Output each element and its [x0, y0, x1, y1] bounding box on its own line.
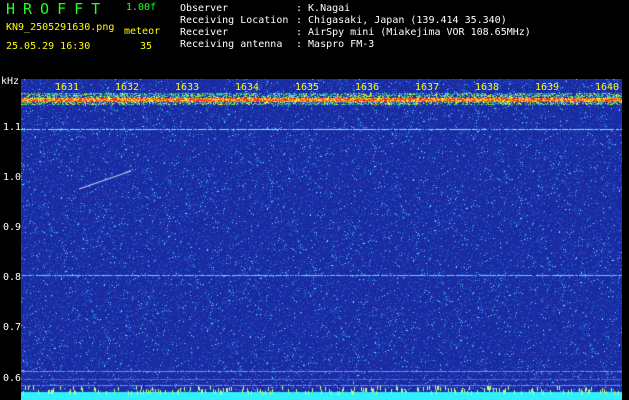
filename-label: KN9_2505291630.png: [6, 22, 115, 33]
info-label: Observer: [180, 3, 229, 14]
time-tick-label: 1638: [475, 82, 499, 93]
version-label: 1.00f: [126, 2, 157, 13]
info-label: Receiving Location: [180, 15, 289, 26]
time-tick-label: 1634: [235, 82, 259, 93]
app-title: HROFFT: [6, 0, 109, 18]
info-label: Receiving antenna: [180, 39, 283, 50]
time-tick-label: 1640: [595, 82, 619, 93]
info-value: : AirSpy mini (Miakejima VOR 108.65MHz): [296, 27, 531, 38]
y-tick-label: 0.7: [3, 322, 22, 333]
time-tick-label: 1632: [115, 82, 139, 93]
y-tick-label: 1.0: [3, 172, 22, 183]
time-tick-label: 1637: [415, 82, 439, 93]
time-tick-label: 1635: [295, 82, 319, 93]
info-value: : K.Nagai: [296, 3, 351, 14]
spectrogram-plot: [21, 79, 622, 400]
frequency-unit-label: kHz: [1, 76, 20, 87]
info-value: : Chigasaki, Japan (139.414 35.340): [296, 15, 507, 26]
y-tick-label: 0.6: [3, 373, 22, 384]
info-label: Receiver: [180, 27, 229, 38]
info-row-antenna: Receiving antenna : Maspro FM-3: [180, 39, 374, 50]
info-row-receiver: Receiver : AirSpy mini (Miakejima VOR 10…: [180, 27, 531, 38]
info-value: : Maspro FM-3: [296, 39, 375, 50]
meteor-count: 35: [140, 41, 153, 52]
time-tick-label: 1639: [535, 82, 559, 93]
info-row-observer: Observer : K.Nagai: [180, 3, 350, 14]
y-tick-label: 0.9: [3, 222, 22, 233]
meteor-label: meteor: [124, 26, 161, 37]
time-axis: 1631 1632 1633 1634 1635 1636 1637 1638 …: [55, 82, 619, 93]
time-tick-label: 1636: [355, 82, 379, 93]
time-tick-label: 1633: [175, 82, 199, 93]
time-tick-label: 1631: [55, 82, 79, 93]
y-tick-label: 0.8: [3, 272, 22, 283]
y-tick-label: 1.1: [3, 122, 22, 133]
timestamp-label: 25.05.29 16:30: [6, 41, 91, 52]
info-row-location: Receiving Location : Chigasaki, Japan (1…: [180, 15, 507, 26]
